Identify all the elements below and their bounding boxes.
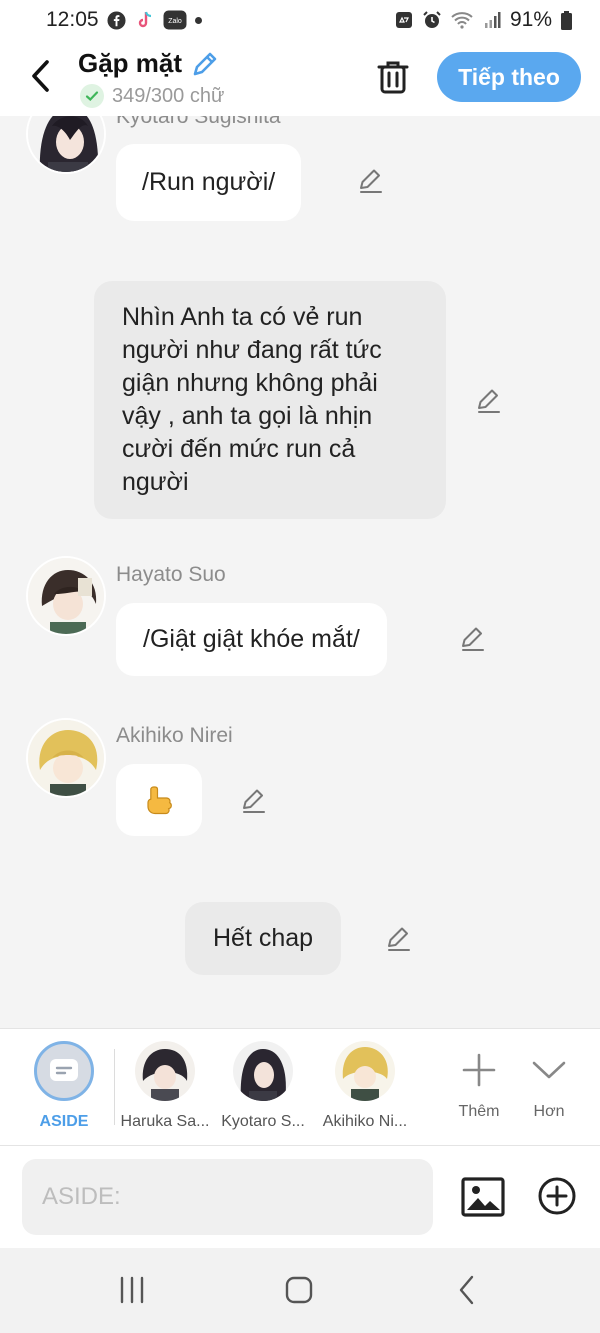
aside-input[interactable] [22, 1159, 433, 1235]
aside-chat-icon [50, 1059, 78, 1081]
avatar[interactable] [26, 116, 106, 174]
word-count-text: 349/300 chữ [112, 84, 225, 107]
message-bubble[interactable]: 👆 [116, 764, 202, 836]
character-aside[interactable]: ASIDE [14, 1041, 114, 1131]
message-text: /Run người/ [142, 168, 276, 196]
notification-dot-icon [194, 16, 202, 24]
character-selector: ASIDE Haruka Sa... Kyotaro S... Akihiko … [0, 1028, 600, 1146]
next-button[interactable]: Tiếp theo [437, 52, 581, 102]
battery-percent: 91% [509, 8, 552, 31]
avatar[interactable] [26, 556, 106, 636]
tiktok-icon [135, 10, 155, 30]
aside-avatar [34, 1041, 94, 1101]
add-label: Thêm [458, 1103, 500, 1120]
recent-apps-icon [120, 1276, 144, 1304]
image-icon [461, 1177, 505, 1217]
character-haruka[interactable]: Haruka Sa... [115, 1041, 215, 1131]
back-button[interactable] [22, 54, 58, 98]
avatar [335, 1041, 395, 1101]
more-label: Hơn [533, 1103, 565, 1120]
narration-text: Hết chap [213, 924, 314, 952]
back-icon [459, 1275, 474, 1305]
narration-text: Nhìn Anh ta có vẻ run người như đang rất… [122, 303, 382, 496]
message-text: /Giật giật khóe mắt/ [143, 625, 360, 653]
avatar [233, 1041, 293, 1101]
alarm-icon [422, 10, 442, 30]
home-button[interactable] [277, 1270, 321, 1310]
wifi-icon [450, 10, 474, 30]
trash-icon [377, 61, 409, 94]
chevron-down-icon [532, 1061, 566, 1079]
nav-back-button[interactable] [445, 1270, 489, 1310]
message-bubble[interactable]: /Giật giật khóe mắt/ [116, 603, 387, 676]
zalo-icon: Zalo [163, 10, 187, 30]
edit-message-icon[interactable] [356, 165, 386, 195]
status-bar: 12:05 Zalo 91% [0, 0, 600, 40]
app-header: Gặp mặt 349/300 chữ Tiếp theo [0, 40, 600, 116]
status-time: 12:05 [46, 8, 99, 31]
battery-icon [560, 10, 572, 30]
add-character-button[interactable]: Thêm [444, 1045, 514, 1121]
edit-message-icon[interactable] [239, 785, 269, 815]
edit-message-icon[interactable] [384, 923, 414, 953]
plus-icon [462, 1053, 496, 1087]
edit-message-icon[interactable] [458, 623, 488, 653]
facebook-icon [107, 10, 127, 30]
edit-title-icon[interactable] [190, 49, 220, 79]
recent-apps-button[interactable] [110, 1270, 154, 1310]
insert-image-button[interactable] [460, 1174, 506, 1220]
composer [0, 1146, 600, 1248]
character-name: Haruka Sa... [120, 1113, 210, 1130]
more-button[interactable]: Hơn [514, 1045, 584, 1121]
character-name: ASIDE [39, 1113, 89, 1130]
character-kyotaro[interactable]: Kyotaro S... [213, 1041, 313, 1131]
chat-area[interactable]: Kyotaro Sugishita /Run người/ Nhìn Anh t… [0, 116, 600, 1028]
home-icon [285, 1276, 313, 1304]
check-icon [80, 84, 104, 108]
narration-bubble[interactable]: Nhìn Anh ta có vẻ run người như đang rất… [94, 281, 446, 519]
character-akihiko[interactable]: Akihiko Ni... [315, 1041, 415, 1131]
speaker-name: Akihiko Nirei [116, 724, 233, 747]
plus-circle-icon [538, 1177, 576, 1215]
page-title-group: Gặp mặt [78, 48, 220, 79]
edit-message-icon[interactable] [474, 385, 504, 415]
word-count: 349/300 chữ [80, 84, 224, 108]
character-name: Akihiko Ni... [322, 1113, 408, 1130]
recycle-icon [394, 10, 414, 30]
svg-text:Zalo: Zalo [168, 18, 182, 25]
page-title: Gặp mặt [78, 48, 183, 78]
add-button[interactable] [536, 1175, 578, 1217]
message-bubble[interactable]: /Run người/ [116, 144, 302, 221]
avatar[interactable] [26, 718, 106, 798]
chevron-left-icon [32, 60, 49, 92]
delete-button[interactable] [372, 56, 414, 98]
system-nav-bar [0, 1248, 600, 1333]
speaker-name: Hayato Suo [116, 563, 226, 586]
speaker-name: Kyotaro Sugishita [116, 116, 281, 128]
narration-bubble[interactable]: Hết chap [185, 902, 342, 975]
avatar [135, 1041, 195, 1101]
character-name: Kyotaro S... [221, 1113, 305, 1130]
signal-icon [482, 10, 502, 30]
